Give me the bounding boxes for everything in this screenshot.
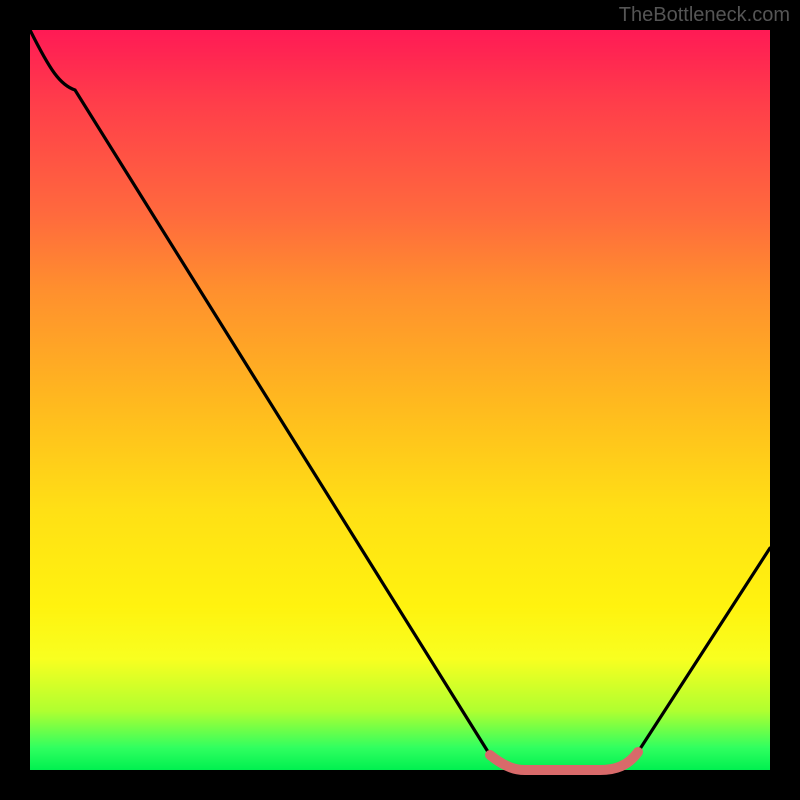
chart-container: TheBottleneck.com bbox=[0, 0, 800, 800]
plot-area bbox=[30, 30, 770, 770]
curve-svg bbox=[30, 30, 770, 770]
watermark-text: TheBottleneck.com bbox=[619, 4, 790, 27]
sweet-spot-highlight bbox=[490, 752, 638, 770]
bottleneck-curve bbox=[30, 30, 770, 770]
